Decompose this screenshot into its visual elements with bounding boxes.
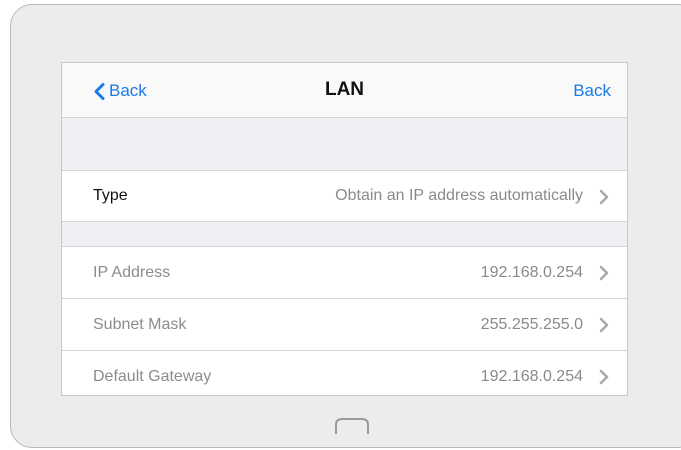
ip-address-label: IP Address bbox=[93, 263, 171, 281]
subnet-mask-row: Subnet Mask 255.255.255.0 bbox=[62, 298, 627, 350]
ip-address-value: 192.168.0.254 bbox=[480, 263, 583, 281]
chevron-right-icon bbox=[599, 369, 609, 385]
back-button-right[interactable]: Back bbox=[573, 81, 611, 101]
chevron-right-icon bbox=[599, 189, 609, 205]
subnet-mask-label: Subnet Mask bbox=[93, 315, 187, 333]
default-gateway-value: 192.168.0.254 bbox=[480, 367, 583, 385]
section-spacer bbox=[62, 222, 627, 246]
chevron-right-icon bbox=[599, 265, 609, 281]
page-title: LAN bbox=[324, 79, 365, 100]
type-value: Obtain an IP address automatically bbox=[335, 187, 583, 204]
default-gateway-row: Default Gateway 192.168.0.254 bbox=[62, 350, 627, 395]
ip-address-row: IP Address 192.168.0.254 bbox=[62, 246, 627, 298]
navigation-bar: Back LAN Back bbox=[62, 63, 627, 118]
type-row[interactable]: Type Obtain an IP address automatically bbox=[62, 170, 627, 222]
type-label: Type bbox=[93, 187, 128, 204]
default-gateway-label: Default Gateway bbox=[93, 367, 212, 385]
screen: Back LAN Back Type Obtain an IP address … bbox=[61, 62, 628, 396]
section-spacer bbox=[62, 118, 627, 170]
chevron-right-icon bbox=[599, 317, 609, 333]
subnet-mask-value: 255.255.255.0 bbox=[480, 315, 583, 333]
home-button-icon[interactable] bbox=[334, 417, 370, 435]
